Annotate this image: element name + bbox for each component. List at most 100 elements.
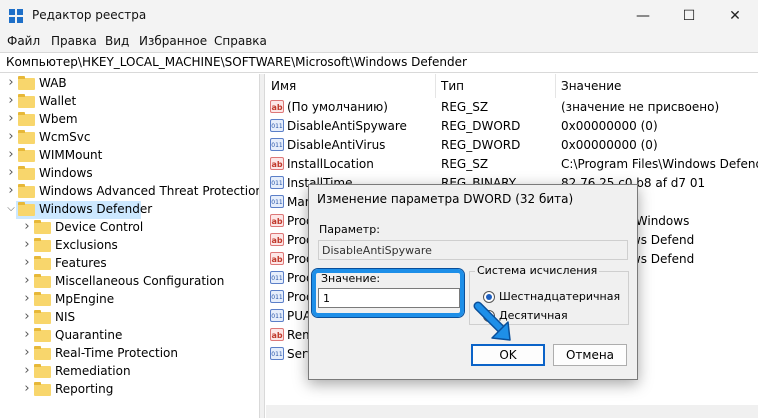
tree-item[interactable]: › Reporting [0,381,259,399]
value-type: REG_DWORD [441,119,521,133]
value-name: DisableAntiVirus [287,138,386,152]
folder-icon [18,112,35,126]
value-name: (По умолчанию) [287,100,388,114]
column-header-name[interactable]: Имя [266,74,436,98]
tree-item[interactable]: › MpEngine [0,291,259,309]
chevron-right-icon[interactable]: › [6,147,16,162]
value-data: 0x00000000 (0) [561,119,658,133]
tree-item-label: Reporting [55,382,114,396]
tree-item-label: MpEngine [55,292,115,306]
address-bar[interactable]: Компьютер\HKEY_LOCAL_MACHINE\SOFTWARE\Mi… [0,52,758,73]
tree-item[interactable]: › Features [0,255,259,273]
window-title: Редактор реестра [32,8,147,22]
base-label: Система исчисления [475,264,600,277]
chevron-right-icon[interactable]: › [6,129,16,144]
menu-edit[interactable]: Правка [51,34,97,48]
chevron-right-icon[interactable]: › [6,111,16,126]
tree-item-label: Exclusions [55,238,118,252]
maximize-button[interactable]: ☐ [666,0,712,32]
value-row[interactable]: 011 DisableAntiSpyware REG_DWORD 0x00000000… [266,117,758,136]
folder-icon [34,328,51,342]
value-row[interactable]: ab (По умолчанию) REG_SZ (значение не присв… [266,98,758,117]
chevron-right-icon[interactable]: › [6,93,16,108]
value-highlight-frame [312,269,464,317]
string-value-icon: ab [270,214,284,227]
chevron-right-icon[interactable]: › [22,237,32,252]
tree-item-label: Quarantine [55,328,123,342]
string-value-icon: ab [270,233,284,246]
folder-icon [34,220,51,234]
chevron-right-icon[interactable]: › [6,75,16,90]
chevron-right-icon[interactable]: › [22,291,32,306]
chevron-right-icon[interactable]: › [6,183,16,198]
folder-icon [18,184,35,198]
value-row[interactable]: 011 DisableAntiVirus REG_DWORD 0x00000000 (… [266,136,758,155]
close-button[interactable]: ✕ [712,0,758,32]
chevron-right-icon[interactable]: › [6,165,16,180]
chevron-right-icon[interactable]: › [22,381,32,396]
horizontal-scrollbar[interactable] [266,405,758,418]
menu-help[interactable]: Справка [214,34,267,48]
column-header-value[interactable]: Значение [556,74,758,98]
tree-item-label: NIS [55,310,76,324]
binary-value-icon: 011 [270,176,284,189]
tree-item[interactable]: › Wbem [0,111,259,129]
folder-icon [34,364,51,378]
chevron-right-icon[interactable]: › [22,309,32,324]
menu-view[interactable]: Вид [105,34,129,48]
tree-item-label: WIMMount [39,148,103,162]
title-bar: Редактор реестра — ☐ ✕ [0,0,758,32]
chevron-right-icon[interactable]: › [22,345,32,360]
folder-icon [18,166,35,180]
menu-file[interactable]: Файл [7,34,40,48]
cancel-button[interactable]: Отмена [553,344,627,366]
string-value-icon: ab [270,157,284,170]
column-header-type[interactable]: Тип [436,74,556,98]
tree-item[interactable]: › WIMMount [0,147,259,165]
tree-item-label: Miscellaneous Configuration [55,274,225,288]
tree-item[interactable]: › Real-Time Protection [0,345,259,363]
chevron-right-icon[interactable]: › [22,327,32,342]
pane-splitter[interactable] [259,74,265,418]
binary-value-icon: 011 [270,347,284,360]
value-name: Mar [287,195,310,209]
tree-item-label: Windows Advanced Threat Protection [39,184,259,198]
tree-item-label: Windows Defender [39,202,153,216]
folder-icon [34,310,51,324]
chevron-right-icon[interactable]: › [22,219,32,234]
tree-item[interactable]: › Quarantine [0,327,259,345]
tree-item[interactable]: › NIS [0,309,259,327]
value-data: 0x00000000 (0) [561,138,658,152]
tree-item[interactable]: › Exclusions [0,237,259,255]
tree-item-label: Wbem [39,112,78,126]
value-type: REG_SZ [441,157,489,171]
tree-item[interactable]: › Wallet [0,93,259,111]
tree-item[interactable]: › Device Control [0,219,259,237]
chevron-down-icon[interactable]: ⌵ [6,203,16,214]
dialog-title: Изменение параметра DWORD (32 бита) [317,192,574,206]
string-value-icon: ab [270,328,284,341]
tree-item[interactable]: › Windows [0,165,259,183]
tree-item[interactable]: › WcmSvc [0,129,259,147]
menu-favorites[interactable]: Избранное [139,34,207,48]
folder-icon [34,274,51,288]
tree-item[interactable]: › Miscellaneous Configuration [0,273,259,291]
tree-item[interactable]: ⌵ Windows Defender [7,201,152,219]
tree-item[interactable]: › Remediation [0,363,259,381]
key-tree[interactable]: › WAB › Wallet › Wbem › WcmSvc › WIMMount › Windows… [0,74,259,418]
tree-item[interactable]: › WAB [0,75,259,93]
regedit-app-icon [9,9,23,23]
chevron-right-icon[interactable]: › [22,363,32,378]
address-path[interactable]: Компьютер\HKEY_LOCAL_MACHINE\SOFTWARE\Mi… [6,55,467,69]
value-row[interactable]: ab InstallLocation REG_SZ C:\Program Files\… [266,155,758,174]
folder-icon [18,94,35,108]
binary-value-icon: 011 [270,309,284,322]
param-name-field: DisableAntiSpyware [318,240,628,260]
binary-value-icon: 011 [270,119,284,132]
chevron-right-icon[interactable]: › [22,273,32,288]
minimize-button[interactable]: — [620,0,666,32]
tree-item[interactable]: › Windows Advanced Threat Protection [0,183,259,201]
tree-item-label: Real-Time Protection [55,346,178,360]
chevron-right-icon[interactable]: › [22,255,32,270]
tree-item-label: Features [55,256,107,270]
